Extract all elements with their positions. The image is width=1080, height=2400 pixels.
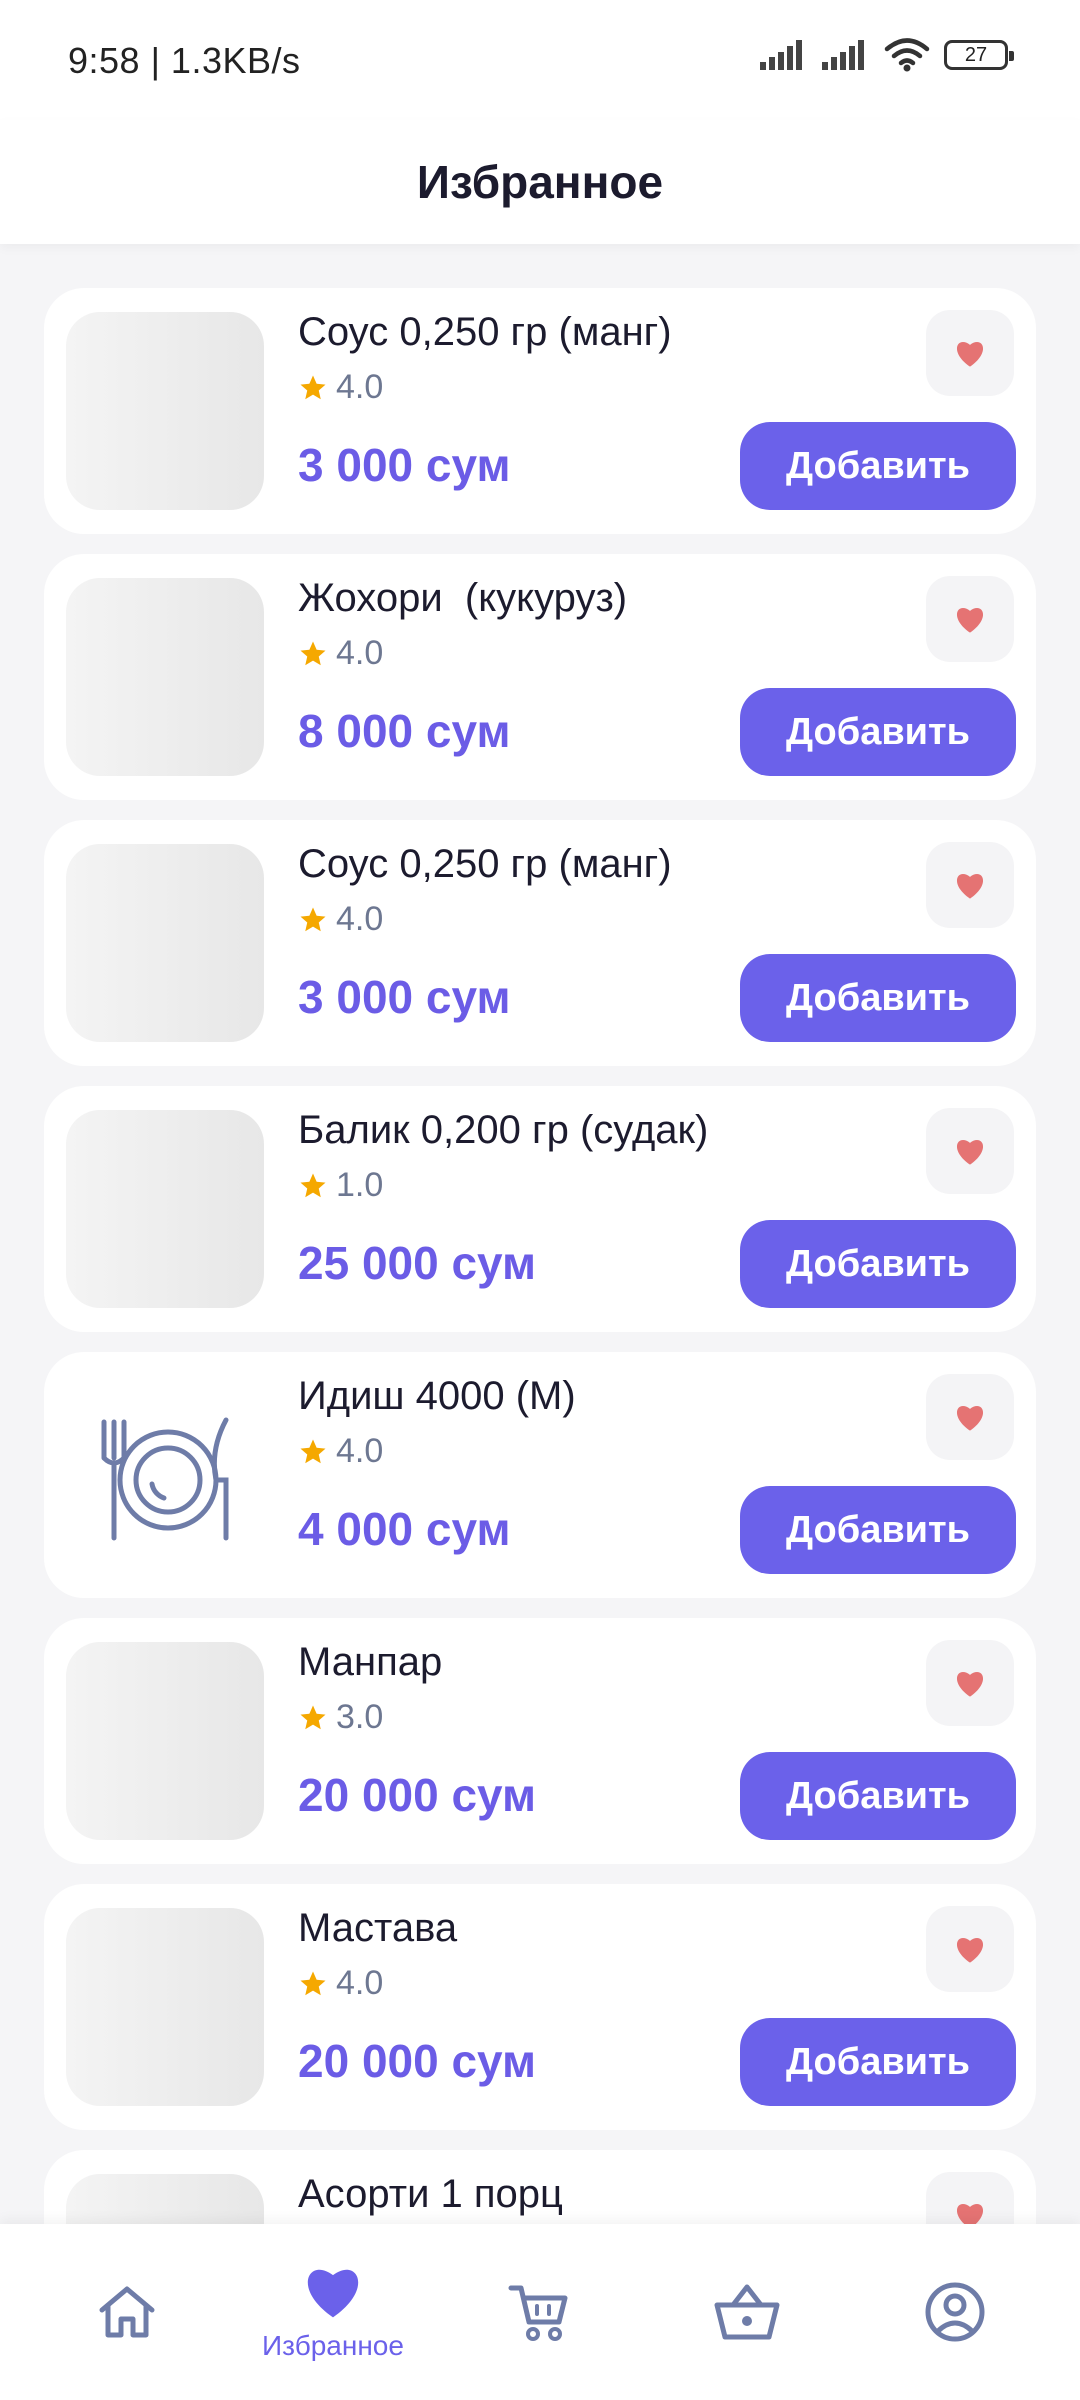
favorite-button[interactable] (926, 1906, 1014, 1992)
product-title: Соус 0,250 гр (манг) (298, 310, 672, 354)
nav-cart[interactable] (436, 2224, 642, 2400)
favorite-button[interactable] (926, 576, 1014, 662)
product-rating: 4.0 (298, 1432, 383, 1471)
favorite-button[interactable] (926, 1640, 1014, 1726)
product-rating: 4.0 (298, 900, 383, 939)
rating-value: 4.0 (336, 1432, 384, 1470)
heart-icon (956, 1671, 984, 1697)
product-price: 25 000 сум (298, 1237, 537, 1289)
product-card[interactable]: Жохори (кукуруз) 4.0 8 000 сум Добавить (44, 554, 1036, 800)
add-to-cart-button[interactable]: Добавить (740, 422, 1016, 510)
product-price: 3 000 сум (298, 439, 511, 491)
nav-basket[interactable] (644, 2224, 850, 2400)
product-price: 3 000 сум (298, 971, 511, 1023)
product-card[interactable]: Идиш 4000 (М) 4.0 4 000 сум Добавить (44, 1352, 1036, 1598)
favorite-button[interactable] (926, 1108, 1014, 1194)
bottom-nav: Избранное (0, 2224, 1080, 2400)
rating-value: 1.0 (336, 1166, 384, 1204)
star-icon (300, 641, 326, 665)
rating-value: 4.0 (336, 634, 384, 672)
product-card[interactable]: Соус 0,250 гр (манг) 4.0 3 000 сум Добав… (44, 820, 1036, 1066)
product-price: 4 000 сум (298, 1503, 511, 1555)
product-price: 20 000 сум (298, 2035, 537, 2087)
cart-icon (508, 2285, 568, 2341)
favorite-button[interactable] (926, 310, 1014, 396)
favorites-list[interactable]: Соус 0,250 гр (манг) 4.0 3 000 сум Добав… (44, 288, 1036, 2224)
rating-value: 4.0 (336, 900, 384, 938)
status-icons: 27 (760, 38, 1014, 72)
product-rating: 4.0 (298, 368, 383, 407)
heart-icon (957, 2204, 983, 2224)
product-title: Жохори (кукуруз) (298, 576, 628, 620)
product-rating: 1.0 (298, 1166, 383, 1205)
nav-profile[interactable] (852, 2224, 1058, 2400)
heart-icon (956, 873, 984, 899)
plate-cutlery-icon (101, 1417, 229, 1541)
add-to-cart-button[interactable]: Добавить (740, 1220, 1016, 1308)
heart-icon (956, 1139, 984, 1165)
product-rating: 4.0 (298, 1964, 383, 2003)
battery-level: 27 (964, 43, 988, 66)
home-icon (99, 2286, 155, 2338)
star-icon (300, 1971, 326, 1995)
nav-home[interactable] (24, 2224, 230, 2400)
product-image-placeholder (66, 578, 264, 776)
add-to-cart-button[interactable]: Добавить (740, 1752, 1016, 1840)
add-to-cart-button[interactable]: Добавить (740, 1486, 1016, 1574)
heart-icon (956, 1937, 984, 1963)
rating-value: 4.0 (336, 368, 384, 406)
product-title: Соус 0,250 гр (манг) (298, 842, 672, 886)
wifi-icon (884, 38, 930, 72)
product-title: Асорти 1 порц (298, 2172, 563, 2216)
signal-icon (822, 40, 864, 70)
nav-favorites-label: Избранное (262, 2330, 404, 2361)
product-card[interactable]: Асорти 1 порц (44, 2150, 1036, 2224)
status-time: 9:58 | 1.3KB/s (68, 40, 301, 81)
product-image (66, 1376, 264, 1574)
star-icon (300, 1173, 326, 1197)
heart-icon (307, 2269, 359, 2318)
product-image-placeholder (66, 1110, 264, 1308)
rating-value: 4.0 (336, 1964, 384, 2002)
product-image-placeholder (66, 1642, 264, 1840)
product-image-placeholder (66, 1908, 264, 2106)
heart-icon (956, 1405, 984, 1431)
star-icon (300, 907, 326, 931)
add-to-cart-button[interactable]: Добавить (740, 2018, 1016, 2106)
product-card[interactable]: Соус 0,250 гр (манг) 4.0 3 000 сум Добав… (44, 288, 1036, 534)
add-to-cart-button[interactable]: Добавить (740, 688, 1016, 776)
product-price: 20 000 сум (298, 1769, 537, 1821)
product-title: Мастава (298, 1906, 458, 1950)
heart-icon (956, 607, 984, 633)
star-icon (300, 375, 326, 399)
nav-favorites[interactable]: Избранное (230, 2224, 436, 2400)
star-icon (300, 1705, 326, 1729)
basket-icon (714, 2284, 780, 2340)
status-bar: 9:58 | 1.3KB/s 27 (0, 0, 1080, 120)
product-rating: 3.0 (298, 1698, 383, 1737)
battery-indicator: 27 (944, 40, 1014, 70)
rating-value: 3.0 (336, 1698, 384, 1736)
product-title: Идиш 4000 (М) (298, 1374, 576, 1418)
product-image-placeholder (66, 2174, 264, 2224)
product-rating: 4.0 (298, 634, 383, 673)
product-card[interactable]: Манпар 3.0 20 000 сум Добавить (44, 1618, 1036, 1864)
header: Избранное (0, 120, 1080, 244)
product-image-placeholder (66, 844, 264, 1042)
profile-icon (925, 2282, 985, 2342)
product-card[interactable]: Балик 0,200 гр (судак) 1.0 25 000 сум До… (44, 1086, 1036, 1332)
product-title: Манпар (298, 1640, 443, 1684)
product-card[interactable]: Мастава 4.0 20 000 сум Добавить (44, 1884, 1036, 2130)
page-title: Избранное (416, 156, 664, 208)
product-title: Балик 0,200 гр (судак) (298, 1108, 709, 1152)
signal-icon (760, 40, 802, 70)
heart-icon (956, 341, 984, 367)
favorite-button[interactable] (926, 1374, 1014, 1460)
product-price: 8 000 сум (298, 705, 511, 757)
product-image-placeholder (66, 312, 264, 510)
add-to-cart-button[interactable]: Добавить (740, 954, 1016, 1042)
star-icon (300, 1439, 326, 1463)
favorite-button[interactable] (926, 2172, 1014, 2224)
favorite-button[interactable] (926, 842, 1014, 928)
